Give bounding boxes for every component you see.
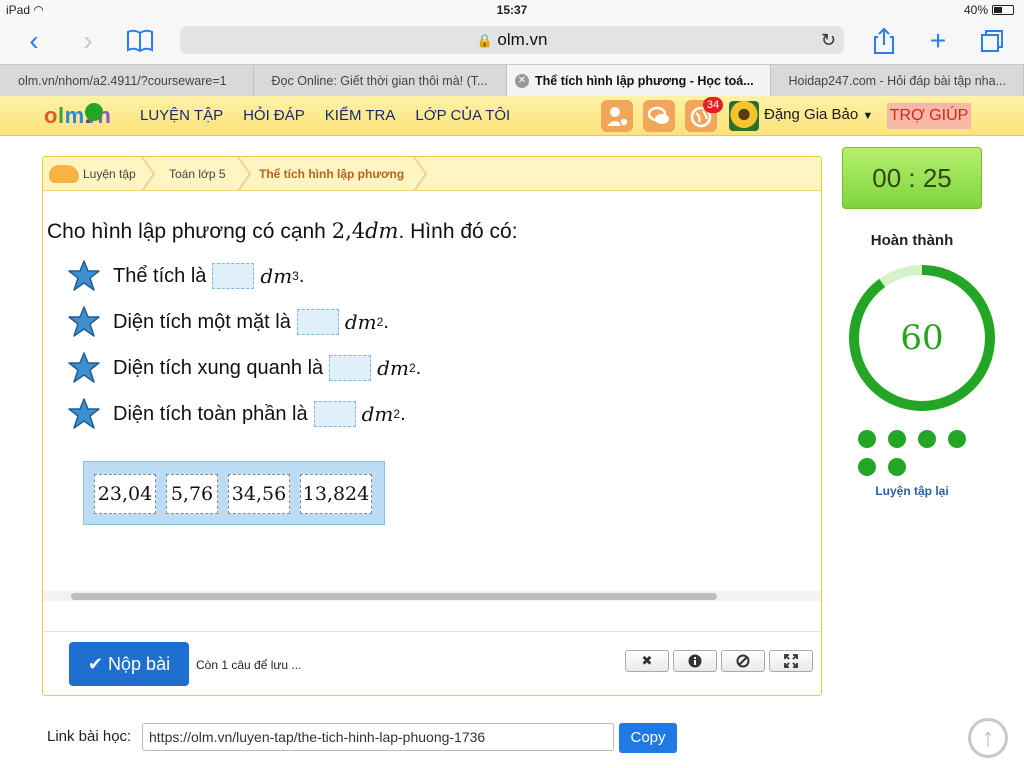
choice-tile[interactable]: 23,04 [94, 474, 156, 514]
answer-choices: 23,04 5,76 34,56 13,824 [83, 461, 385, 525]
caret-down-icon: ▼ [862, 110, 874, 122]
lesson-link-label: Link bài học: [47, 728, 132, 745]
tab-4[interactable]: Hoidap247.com - Hỏi đáp bài tập nha... [771, 65, 1024, 96]
answer-box-lateral-area[interactable] [329, 355, 372, 381]
lock-icon: 🔒 [476, 33, 493, 48]
breadcrumb: Luyện tập Toán lớp 5 Thể tích hình lập p… [43, 157, 821, 191]
tab-1[interactable]: olm.vn/nhom/a2.4911/?courseware=1 [0, 65, 254, 96]
question-progress-dot[interactable] [948, 430, 966, 448]
question-progress-dot[interactable] [918, 430, 936, 448]
nav-qa[interactable]: HỎI ĐÁP [243, 107, 305, 124]
browser-toolbar: ‹ › 🔒 olm.vn ↻ + [0, 20, 1024, 64]
breadcrumb-separator-icon [141, 157, 155, 191]
clear-button[interactable]: ✖ [625, 650, 669, 672]
info-button[interactable] [673, 650, 717, 672]
star-icon [68, 306, 100, 337]
ban-icon [736, 654, 750, 668]
skip-button[interactable] [721, 650, 765, 672]
battery-icon [992, 5, 1014, 15]
address-text: olm.vn [497, 30, 548, 49]
question-item-total-area: Diện tích toàn phần là dm 2. [67, 397, 406, 431]
user-menu[interactable]: Đặng Gia Bảo ▼ [764, 106, 873, 123]
retry-link[interactable]: Luyện tập lại [842, 484, 982, 498]
question-progress-dot[interactable] [888, 458, 906, 476]
countdown-timer: 00 : 25 [842, 147, 982, 209]
score-value: 60 [900, 318, 944, 358]
star-icon [68, 352, 100, 383]
tab-strip: olm.vn/nhom/a2.4911/?courseware=1 Đọc On… [0, 64, 1024, 96]
breadcrumb-grade5-math[interactable]: Toán lớp 5 [169, 167, 226, 181]
share-icon[interactable] [868, 26, 900, 58]
address-bar[interactable]: 🔒 olm.vn ↻ [180, 26, 844, 54]
star-icon [68, 260, 100, 291]
battery-status: 40% [964, 3, 1014, 17]
question-text: Cho hình lập phương có cạnh 2,4dm. Hình … [47, 219, 518, 243]
breadcrumb-separator-icon [237, 157, 251, 191]
answer-box-total-area[interactable] [313, 401, 356, 427]
nav-test[interactable]: KIỂM TRA [325, 107, 396, 124]
avatar[interactable] [729, 101, 759, 131]
completion-label: Hoàn thành [870, 232, 954, 249]
status-bar: iPad ◠ 15:37 40% [0, 0, 1024, 20]
breadcrumb-separator-icon [413, 157, 427, 191]
remaining-questions-text: Còn 1 câu để lưu ... [196, 658, 302, 672]
exercise-panel: Luyện tập Toán lớp 5 Thể tích hình lập p… [42, 156, 822, 696]
question-item-lateral-area: Diện tích xung quanh là dm 2. [67, 351, 421, 385]
panel-footer: ✔ Nộp bài Còn 1 câu để lưu ... ✖ [43, 631, 821, 695]
copy-button[interactable]: Copy [619, 723, 677, 753]
answer-box-face-area[interactable] [296, 309, 339, 335]
close-icon: ✖ [641, 653, 653, 668]
question-progress-dot[interactable] [858, 458, 876, 476]
lesson-link-input[interactable]: https://olm.vn/luyen-tap/the-tich-hinh-l… [142, 723, 614, 751]
check-icon: ✔ [87, 654, 104, 674]
info-icon [688, 654, 702, 668]
chat-icon[interactable] [643, 100, 675, 132]
nav-practice[interactable]: LUYỆN TẬP [140, 107, 223, 124]
reload-icon[interactable]: ↻ [821, 26, 836, 54]
cloud-icon [49, 165, 79, 183]
question-item-volume: Thể tích là dm 3. [67, 259, 304, 293]
choice-tile[interactable]: 34,56 [228, 474, 290, 514]
breadcrumb-current: Thể tích hình lập phương [259, 167, 405, 181]
help-button[interactable]: TRỢ GIÚP [887, 103, 971, 129]
expand-icon [784, 654, 798, 668]
add-friend-icon[interactable] [601, 100, 633, 132]
olm-logo[interactable]: olm.vn [44, 103, 111, 129]
bookmarks-icon[interactable] [124, 26, 156, 58]
submit-button[interactable]: ✔ Nộp bài [69, 642, 189, 686]
scrollbar-thumb[interactable] [71, 593, 717, 600]
question-item-face-area: Diện tích một mặt là dm 2. [67, 305, 389, 339]
question-progress-dot[interactable] [858, 430, 876, 448]
horizontal-scrollbar[interactable] [43, 591, 821, 601]
tabs-overview-icon[interactable] [976, 26, 1008, 58]
nav-my-class[interactable]: LỚP CỦA TÔI [415, 107, 510, 124]
new-tab-icon[interactable]: + [922, 26, 954, 58]
choice-tile[interactable]: 13,824 [300, 474, 372, 514]
star-icon [68, 398, 100, 429]
scroll-to-top-icon[interactable]: ↑ [968, 718, 1008, 758]
forward-icon[interactable]: › [72, 26, 104, 58]
clock: 15:37 [496, 3, 528, 17]
tab-2[interactable]: Đọc Online: Giết thời gian thôi mà! (T..… [254, 65, 507, 96]
question-progress-dot[interactable] [888, 430, 906, 448]
answer-box-volume[interactable] [212, 263, 255, 289]
choice-tile[interactable]: 5,76 [166, 474, 218, 514]
main-nav: LUYỆN TẬP HỎI ĐÁP KIỂM TRA LỚP CỦA TÔI [140, 107, 510, 124]
breadcrumb-practice[interactable]: Luyện tập [83, 167, 136, 181]
fullscreen-button[interactable] [769, 650, 813, 672]
notification-badge: 34 [703, 97, 723, 113]
back-icon[interactable]: ‹ [18, 26, 50, 58]
close-tab-icon[interactable]: ✕ [515, 74, 529, 88]
tab-3-active[interactable]: ✕ Thể tích hình lập phương - Học toá... [507, 65, 771, 96]
